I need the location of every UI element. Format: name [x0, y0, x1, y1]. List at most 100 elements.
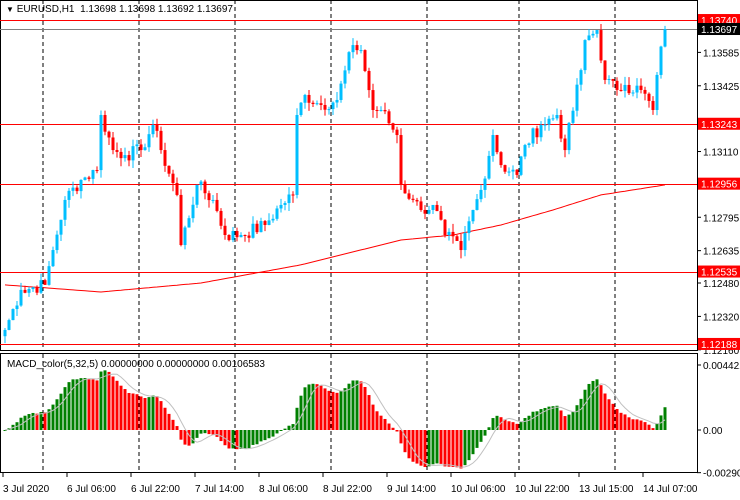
- bear-candle: [35, 287, 39, 293]
- bear-candle: [455, 236, 459, 242]
- macd-histogram-bar: [135, 394, 139, 430]
- bear-candle: [443, 219, 447, 236]
- macd-histogram-bar: [299, 395, 303, 430]
- bull-candle: [431, 204, 435, 210]
- bull-candle: [575, 84, 579, 111]
- bull-candle: [343, 70, 347, 84]
- macd-histogram-bar: [127, 393, 131, 430]
- macd-histogram-bar: [355, 380, 359, 430]
- macd-histogram-bar: [455, 430, 459, 468]
- bear-candle: [399, 135, 403, 185]
- macd-histogram-bar: [591, 380, 595, 430]
- macd-histogram-bar: [211, 430, 215, 435]
- bear-candle: [383, 109, 387, 112]
- macd-histogram-bar: [323, 388, 327, 430]
- bull-candle: [151, 125, 155, 135]
- macd-histogram-bar: [583, 389, 587, 430]
- macd-histogram-bar: [635, 419, 639, 430]
- macd-histogram-bar: [615, 408, 619, 430]
- macd-histogram-bar: [203, 430, 207, 434]
- bull-candle: [555, 114, 559, 119]
- macd-histogram-bar: [183, 430, 187, 445]
- macd-histogram-bar: [187, 430, 191, 446]
- bull-candle: [299, 102, 303, 115]
- macd-histogram-bar: [467, 430, 471, 461]
- bull-candle: [31, 287, 35, 290]
- macd-histogram-bar: [119, 385, 123, 430]
- bear-candle: [139, 144, 143, 151]
- macd-histogram-bar: [371, 404, 375, 430]
- bull-candle: [543, 124, 547, 126]
- macd-histogram-bar: [99, 371, 103, 430]
- bull-candle: [55, 234, 59, 251]
- bear-candle: [367, 70, 371, 91]
- bear-candle: [43, 280, 47, 285]
- macd-y-tick-label: 0.00: [703, 426, 723, 437]
- macd-histogram-bar: [243, 430, 247, 449]
- macd-histogram-bar: [487, 427, 491, 430]
- macd-histogram-bar: [155, 396, 159, 430]
- bear-candle: [611, 78, 615, 81]
- bear-candle: [203, 181, 207, 194]
- macd-histogram-bar: [331, 391, 335, 430]
- macd-histogram-bar: [655, 423, 659, 430]
- bull-candle: [71, 187, 75, 191]
- bid-price-label: 1.13697: [701, 25, 738, 36]
- bear-candle: [167, 165, 171, 174]
- macd-histogram-bar: [603, 393, 607, 430]
- macd-histogram-bar: [79, 378, 83, 430]
- bull-candle: [663, 29, 667, 47]
- macd-histogram-bar: [503, 419, 507, 430]
- macd-histogram-bar: [423, 430, 427, 467]
- macd-histogram-bar: [335, 392, 339, 430]
- macd-histogram-bar: [175, 426, 179, 430]
- bear-candle: [87, 177, 91, 179]
- bear-candle: [223, 225, 227, 236]
- macd-histogram-bar: [451, 430, 455, 467]
- macd-histogram-bar: [567, 414, 571, 430]
- bull-candle: [131, 146, 135, 161]
- bear-candle: [515, 169, 519, 175]
- bull-candle: [135, 144, 139, 147]
- bull-candle: [527, 143, 531, 146]
- macd-histogram-bar: [107, 371, 111, 430]
- macd-histogram-bar: [647, 424, 651, 430]
- macd-histogram-bar: [215, 430, 219, 437]
- x-tick-label: 8 Jul 22:00: [323, 484, 372, 495]
- macd-histogram-bar: [191, 430, 195, 444]
- bear-candle: [219, 210, 223, 226]
- macd-histogram-bar: [279, 430, 283, 431]
- bull-candle: [91, 170, 95, 179]
- bull-candle: [551, 118, 555, 120]
- bull-candle: [339, 83, 343, 100]
- price-chart[interactable]: 1.13585 1.13425 1.13110 1.12795 1.12635 1.124…: [0, 0, 740, 500]
- bull-candle: [287, 194, 291, 204]
- bull-candle: [239, 235, 243, 238]
- y-tick-label: 1.12635: [703, 247, 740, 258]
- chart-window[interactable]: 1.13585 1.13425 1.13110 1.12795 1.12635 1.124…: [0, 0, 740, 500]
- bull-candle: [39, 280, 43, 293]
- bull-candle: [483, 178, 487, 190]
- bull-candle: [187, 218, 191, 228]
- macd-histogram-bar: [275, 430, 279, 434]
- bear-candle: [403, 184, 407, 194]
- bull-candle: [19, 289, 23, 306]
- macd-histogram-bar: [575, 405, 579, 430]
- bull-candle: [579, 70, 583, 85]
- macd-histogram-bar: [367, 395, 371, 430]
- bear-candle: [639, 85, 643, 90]
- bull-candle: [295, 114, 299, 195]
- y-tick-label: 1.13585: [703, 48, 740, 59]
- bear-candle: [647, 93, 651, 101]
- macd-histogram-bar: [375, 411, 379, 430]
- bear-candle: [603, 60, 607, 80]
- macd-histogram-bar: [471, 430, 475, 455]
- collapse-triangle-icon[interactable]: ▼: [6, 5, 14, 14]
- bear-candle: [387, 111, 391, 124]
- bear-candle: [363, 50, 367, 71]
- level-price-label: 1.13243: [701, 120, 738, 131]
- macd-histogram-bar: [55, 399, 59, 430]
- bear-candle: [243, 235, 247, 237]
- macd-y-tick-label: 0.0044219: [703, 361, 740, 372]
- bull-candle: [331, 102, 335, 110]
